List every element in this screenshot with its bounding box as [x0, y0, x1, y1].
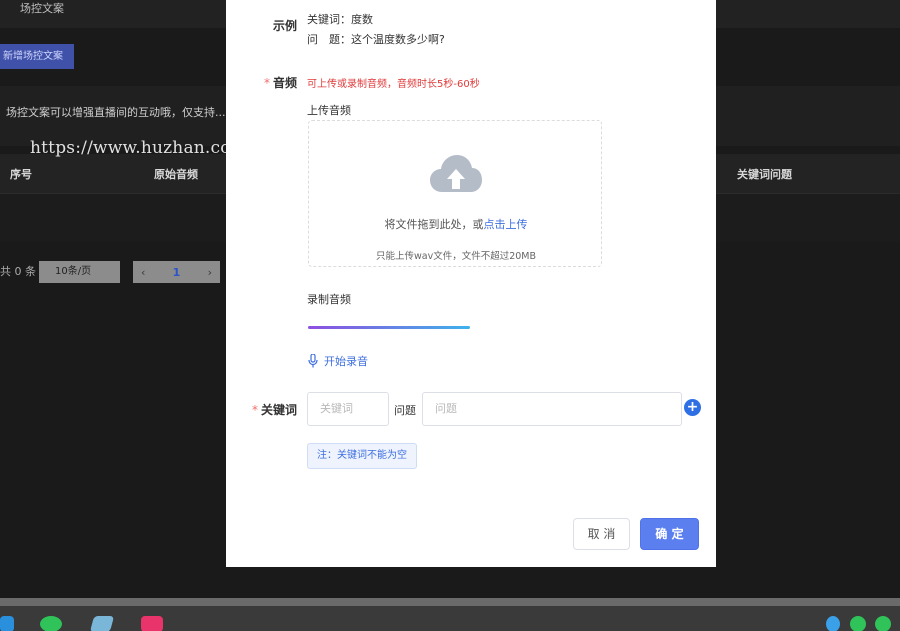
app-icon[interactable] — [141, 616, 163, 631]
confirm-button[interactable]: 确 定 — [640, 518, 699, 550]
wechat-tray-icon[interactable] — [875, 616, 891, 631]
example-label: 示例 — [272, 19, 297, 33]
table-header-keyword: 关键词问题 — [737, 168, 792, 181]
drop-text: 将文件拖到此处，或点击上传 — [309, 216, 603, 232]
keyword-label: * 关键词 — [226, 401, 297, 418]
app-icon[interactable] — [89, 616, 115, 631]
upload-dropzone[interactable]: 将文件拖到此处，或点击上传 只能上传wav文件，文件不超过20MB — [308, 120, 602, 267]
keyword-note: 注：关键词不能为空 — [307, 443, 417, 469]
table-header-audio: 原始音频 — [154, 168, 198, 181]
audio-label: * 音频 — [226, 74, 297, 91]
keyword-label-text: 关键词 — [260, 403, 297, 417]
pager-total: 共 0 条 — [0, 265, 36, 278]
example-keyword-line: 关键词：度数 — [307, 13, 373, 26]
pager-prev-icon: ‹ — [141, 265, 146, 279]
wechat-tray-icon[interactable] — [850, 616, 866, 631]
app-icon[interactable] — [0, 616, 14, 631]
drop-text-label: 将文件拖到此处，或 — [384, 218, 484, 231]
record-progress-bar — [308, 326, 470, 329]
start-record-label: 开始录音 — [324, 355, 368, 368]
cancel-button[interactable]: 取 消 — [573, 518, 630, 550]
pager-next-icon: › — [207, 265, 212, 279]
upload-tip: 只能上传wav文件，文件不超过20MB — [375, 251, 537, 262]
background-tip-text: 场控文案可以增强直播间的互动哦，仅支持... — [6, 106, 226, 119]
click-upload-link[interactable]: 点击上传 — [484, 218, 528, 231]
pager-size-select: 10条/页 — [39, 261, 120, 283]
taskbar — [0, 598, 900, 631]
wechat-icon[interactable] — [40, 616, 62, 631]
required-mark: * — [251, 403, 258, 417]
question-label: 问题 — [394, 404, 416, 417]
audio-label-text: 音频 — [272, 76, 297, 90]
pager-current: 1 — [172, 265, 181, 279]
add-script-button: 新增场控文案 — [0, 44, 74, 69]
upload-cloud-icon — [430, 155, 482, 192]
upload-audio-title: 上传音频 — [307, 104, 351, 117]
question-input[interactable]: 问题 — [422, 392, 682, 426]
add-keyword-icon[interactable]: + — [684, 399, 701, 416]
table-header-index: 序号 — [10, 168, 32, 181]
start-record-button[interactable]: 开始录音 — [308, 353, 368, 369]
tray-icon[interactable] — [826, 616, 840, 631]
microphone-icon — [308, 354, 318, 368]
required-mark: * — [263, 76, 270, 90]
pager-nav: ‹ 1 › — [133, 261, 220, 283]
audio-hint: 可上传或录制音频，音频时长5秒-60秒 — [307, 79, 480, 90]
record-audio-title: 录制音频 — [307, 293, 351, 306]
background-page-title: 场控文案 — [20, 2, 64, 15]
keyword-input[interactable]: 关键词 — [307, 392, 389, 426]
script-dialog: 示例 关键词：度数 问 题：这个温度数多少啊? * 音频 可上传或录制音频，音频时… — [226, 0, 716, 567]
example-question-line: 问 题：这个温度数多少啊? — [307, 33, 445, 46]
